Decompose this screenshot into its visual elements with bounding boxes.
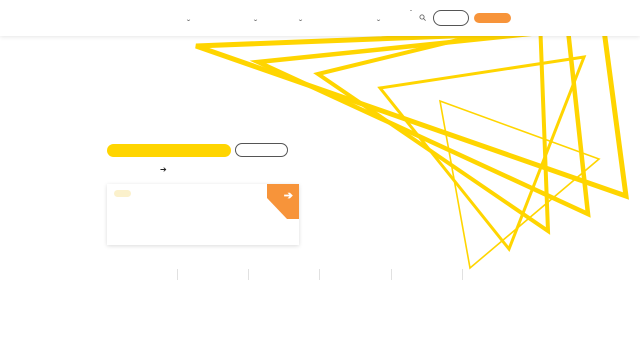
page: ⌄ ⌄ ⌄ ⌄ ˇ ➔ ➔ (0, 0, 640, 360)
get-started-button[interactable] (474, 13, 511, 23)
hero-learn-more-link[interactable]: ➔ (160, 164, 167, 174)
hero-triangles-art (195, 17, 630, 270)
stats-strip (107, 266, 533, 282)
chevron-down-icon: ⌄ (185, 17, 192, 23)
stat-divider (391, 269, 392, 280)
top-nav-bar: ⌄ ⌄ ⌄ ⌄ ˇ (0, 0, 640, 36)
triangle-outline (249, 27, 591, 218)
nav-item-3[interactable]: ⌄ (297, 15, 304, 25)
search-icon[interactable] (419, 14, 426, 21)
promo-tag (114, 190, 131, 197)
nav-item-1[interactable]: ⌄ (185, 15, 192, 25)
language-toggle-icon[interactable]: ˇ (410, 11, 412, 17)
chevron-down-icon: ⌄ (375, 17, 382, 23)
sign-in-button[interactable] (433, 10, 469, 26)
arrow-right-icon[interactable]: ➔ (284, 191, 293, 202)
stat-divider (248, 269, 249, 280)
nav-item-2[interactable]: ⌄ (252, 15, 259, 25)
chevron-down-icon: ⌄ (297, 17, 304, 23)
hero-secondary-button[interactable] (235, 143, 288, 157)
nav-item-4[interactable]: ⌄ (375, 15, 382, 25)
hero-primary-button[interactable] (107, 144, 231, 157)
stat-divider (177, 269, 178, 280)
stat-divider (462, 269, 463, 280)
arrow-right-icon: ➔ (160, 164, 167, 174)
chevron-down-icon: ⌄ (252, 17, 259, 23)
stat-divider (319, 269, 320, 280)
promo-card[interactable]: ➔ (107, 184, 299, 245)
triangle-outline (377, 55, 587, 252)
